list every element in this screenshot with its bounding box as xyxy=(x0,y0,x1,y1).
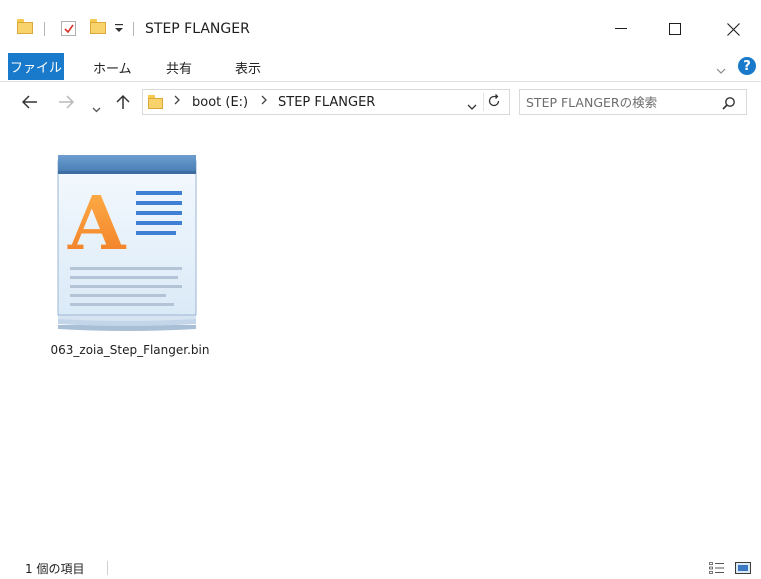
title-bar: STEP FLANGER xyxy=(0,0,761,52)
maximize-icon xyxy=(669,23,681,35)
breadcrumb-chevron-icon[interactable] xyxy=(174,95,181,108)
minimize-icon xyxy=(615,28,627,29)
forward-arrow-icon[interactable] xyxy=(58,94,75,113)
tab-share[interactable]: 共有 xyxy=(166,58,192,77)
address-divider xyxy=(483,93,484,111)
address-bar[interactable]: boot (E:) STEP FLANGER xyxy=(142,89,510,115)
search-box[interactable] xyxy=(519,89,747,115)
window-title: STEP FLANGER xyxy=(145,21,250,37)
breadcrumb-folder[interactable]: STEP FLANGER xyxy=(278,95,375,110)
address-folder-icon xyxy=(148,95,163,109)
toolbar-separator xyxy=(44,22,45,36)
refresh-icon[interactable] xyxy=(487,94,501,112)
title-separator xyxy=(133,22,134,36)
file-name-label[interactable]: 063_zoia_Step_Flanger.bin xyxy=(40,343,220,357)
search-input[interactable] xyxy=(526,93,716,111)
details-view-icon[interactable] xyxy=(709,560,725,579)
file-item[interactable]: A 063_zoia_Step_Flanger.bin xyxy=(40,150,220,360)
large-icons-view-icon[interactable] xyxy=(735,560,751,579)
tab-home[interactable]: ホーム xyxy=(93,58,132,77)
tab-view[interactable]: 表示 xyxy=(235,58,261,77)
status-separator xyxy=(107,561,108,575)
properties-check-icon[interactable] xyxy=(61,21,76,36)
customize-dropdown-icon[interactable] xyxy=(114,22,124,37)
back-arrow-icon[interactable] xyxy=(21,94,38,113)
minimize-button[interactable] xyxy=(598,14,644,44)
breadcrumb-drive[interactable]: boot (E:) xyxy=(192,95,248,110)
help-icon[interactable]: ? xyxy=(738,57,756,75)
tab-file[interactable]: ファイル xyxy=(8,53,64,80)
expand-ribbon-chevron-icon[interactable] xyxy=(716,60,726,79)
up-arrow-icon[interactable] xyxy=(116,94,130,114)
folder-icon[interactable] xyxy=(17,19,33,34)
close-icon xyxy=(726,22,740,36)
new-folder-icon[interactable] xyxy=(90,19,106,34)
maximize-button[interactable] xyxy=(652,14,698,44)
address-dropdown-chevron-icon[interactable] xyxy=(467,96,477,115)
close-button[interactable] xyxy=(710,14,756,44)
recent-locations-chevron-icon[interactable] xyxy=(92,98,101,117)
status-item-count: 1 個の項目 xyxy=(25,562,85,576)
search-icon[interactable] xyxy=(722,95,736,114)
wordpad-document-icon: A xyxy=(54,153,200,337)
breadcrumb-chevron-icon[interactable] xyxy=(261,95,268,108)
svg-text:A: A xyxy=(67,181,127,267)
